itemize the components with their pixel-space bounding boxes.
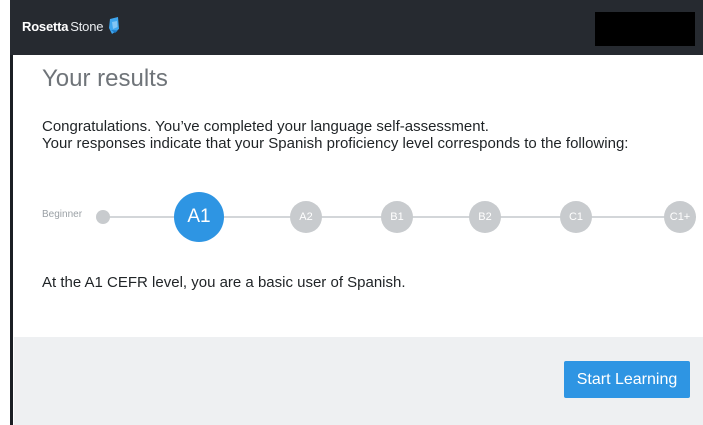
window-border (10, 0, 13, 425)
account-area[interactable] (595, 12, 695, 46)
rosetta-stone-logo[interactable]: Rosetta Stone (22, 15, 121, 37)
intro-text: Congratulations. You’ve completed your l… (42, 118, 682, 152)
results-card: Your results Congratulations. You’ve com… (14, 55, 703, 425)
intro-line-congratulations: Congratulations. You’ve completed your l… (42, 118, 489, 135)
start-learning-button[interactable]: Start Learning (564, 361, 690, 398)
app-window: Rosetta Stone Your results Congratulation… (0, 0, 703, 425)
level-node-c1-plus: C1+ (664, 201, 696, 233)
level-node-c1: C1 (560, 201, 592, 233)
beginner-label: Beginner (42, 209, 83, 220)
logo-text-rosetta: Rosetta (22, 18, 69, 34)
top-bar: Rosetta Stone (10, 0, 703, 55)
page-title: Your results (42, 65, 168, 92)
level-node-b2: B2 (469, 201, 501, 233)
beginner-marker (96, 210, 110, 224)
rosetta-stone-mark-icon (109, 17, 120, 34)
level-description: At the A1 CEFR level, you are a basic us… (42, 274, 406, 291)
results-footer: Start Learning (14, 337, 703, 425)
level-node-a2: A2 (290, 201, 322, 233)
level-node-b1: B1 (381, 201, 413, 233)
cefr-level-track: Beginner A1 A2 B1 B2 C1 C1+ (42, 192, 703, 242)
logo-text-stone: Stone (70, 18, 104, 34)
level-node-a1: A1 (174, 192, 224, 242)
intro-line-proficiency: Your responses indicate that your Spanis… (42, 135, 629, 152)
